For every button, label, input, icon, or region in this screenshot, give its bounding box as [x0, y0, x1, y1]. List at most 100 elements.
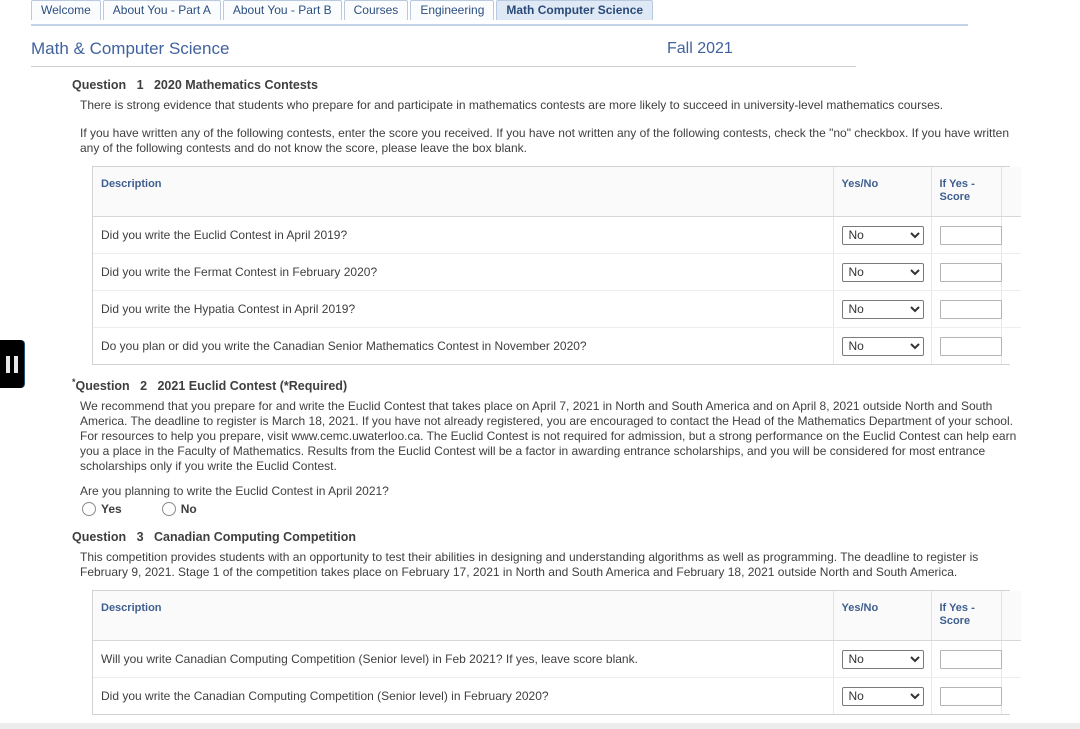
row-yesno-cell: No [833, 253, 932, 292]
question-1-section: Question 1 2020 Mathematics Contests The… [72, 76, 1021, 366]
question-3-body: This competition provides students with … [80, 550, 1017, 580]
question-1-number: 1 [136, 78, 144, 93]
table-row: Did you write the Canadian Computing Com… [93, 677, 1021, 715]
row-description: Do you plan or did you write the Canadia… [93, 327, 834, 365]
row-description: Will you write Canadian Computing Compet… [93, 640, 834, 679]
row-description: Did you write the Euclid Contest in Apri… [93, 216, 834, 255]
question-3-table: Description Yes/No If Yes - Score Will y… [93, 591, 1021, 715]
score-input[interactable] [939, 299, 1002, 319]
question-3-heading: Canadian Computing Competition [153, 530, 357, 545]
tab-courses[interactable]: Courses [343, 0, 409, 20]
question-2-heading: 2021 Euclid Contest (*Required) [157, 379, 348, 394]
question-3-paragraph-1: This competition provides students with … [80, 550, 979, 580]
row-yesno-cell: No [833, 290, 932, 329]
page-header: Math & Computer Science Fall 2021 [31, 36, 856, 67]
row-spacer-cell [1001, 677, 1021, 715]
yesno-select[interactable]: No [841, 299, 924, 319]
score-input[interactable] [939, 686, 1002, 706]
table-row: Do you plan or did you write the Canadia… [93, 327, 1021, 365]
row-yesno-cell: No [833, 327, 932, 365]
yesno-select[interactable]: No [841, 649, 924, 669]
header-divider [31, 66, 856, 67]
question-2-section: *Question 2 2021 Euclid Contest (*Requir… [72, 377, 1017, 517]
column-header-score: If Yes - Score [931, 591, 1002, 642]
column-header-spacer [1001, 167, 1021, 218]
tab-welcome[interactable]: Welcome [31, 0, 101, 20]
tab-about-you-part-b[interactable]: About You - Part B [222, 0, 342, 20]
table-header-row: Description Yes/No If Yes - Score [93, 591, 1021, 642]
pause-icon-bar-left [6, 355, 10, 373]
page-title: Math & Computer Science [31, 39, 230, 58]
row-spacer-cell [1001, 640, 1021, 679]
row-score-cell [931, 216, 1002, 255]
table-row: Did you write the Euclid Contest in Apri… [93, 216, 1021, 255]
table-row: Will you write Canadian Computing Compet… [93, 640, 1021, 679]
question-1-heading: 2020 Mathematics Contests [153, 78, 318, 93]
table-row: Did you write the Fermat Contest in Febr… [93, 253, 1021, 292]
question-3-number: 3 [136, 530, 144, 545]
row-score-cell [931, 327, 1002, 365]
radio-option-yes-label: Yes [101, 502, 122, 517]
viewport-bottom-fade [0, 723, 1080, 729]
question-1-label: Question [72, 78, 127, 93]
tab-bar: Welcome About You - Part A About You - P… [0, 0, 1080, 26]
question-2-label: Question [75, 379, 130, 394]
row-score-cell [931, 290, 1002, 329]
question-1-table: Description Yes/No If Yes - Score Did yo… [93, 167, 1021, 365]
radio-option-no[interactable]: No [161, 502, 197, 517]
row-spacer-cell [1001, 253, 1021, 292]
table-row: Did you write the Hypatia Contest in Apr… [93, 290, 1021, 329]
question-1-paragraph-1: There is strong evidence that students w… [80, 98, 944, 113]
row-description: Did you write the Fermat Contest in Febr… [93, 253, 834, 292]
row-yesno-cell: No [833, 216, 932, 255]
row-spacer-cell [1001, 327, 1021, 365]
yesno-select[interactable]: No [841, 686, 924, 706]
tab-about-you-part-a[interactable]: About You - Part A [102, 0, 221, 20]
term-label: Fall 2021 [667, 40, 733, 57]
row-spacer-cell [1001, 290, 1021, 329]
column-header-description: Description [93, 167, 834, 218]
column-header-spacer [1001, 591, 1021, 642]
pause-icon-bar-right [14, 355, 18, 373]
sidebar-collapse-handle[interactable] [0, 340, 24, 388]
radio-option-yes[interactable]: Yes [82, 502, 122, 517]
radio-option-no-label: No [180, 502, 197, 517]
yesno-select[interactable]: No [841, 225, 924, 245]
radio-circle-icon[interactable] [161, 502, 176, 517]
row-score-cell [931, 253, 1002, 292]
score-input[interactable] [939, 336, 1002, 356]
column-header-yesno: Yes/No [833, 167, 932, 218]
row-yesno-cell: No [833, 640, 932, 679]
row-score-cell [931, 640, 1002, 679]
question-3-section: Question 3 Canadian Computing Competitio… [72, 528, 1021, 716]
question-1-table-wrapper: Description Yes/No If Yes - Score Did yo… [92, 166, 1021, 366]
column-header-description: Description [93, 591, 834, 642]
row-spacer-cell [1001, 216, 1021, 255]
tab-engineering[interactable]: Engineering [410, 0, 495, 20]
yesno-select[interactable]: No [841, 262, 924, 282]
score-input[interactable] [939, 225, 1002, 245]
score-input[interactable] [939, 649, 1002, 669]
yesno-select[interactable]: No [841, 336, 924, 356]
question-3-table-wrapper: Description Yes/No If Yes - Score Will y… [92, 590, 1021, 716]
question-1-title: Question 1 2020 Mathematics Contests [72, 76, 1017, 92]
question-2-title: *Question 2 2021 Euclid Contest (*Requir… [72, 377, 1017, 393]
tab-bar-underline [31, 24, 968, 26]
question-3-title: Question 3 Canadian Computing Competitio… [72, 528, 1017, 544]
tab-math-computer-science[interactable]: Math Computer Science [496, 0, 654, 20]
table-header-row: Description Yes/No If Yes - Score [93, 167, 1021, 218]
row-yesno-cell: No [833, 677, 932, 715]
question-1-paragraph-2: If you have written any of the following… [80, 126, 1010, 156]
euclid-radio-prompt: Are you planning to write the Euclid Con… [80, 484, 389, 499]
question-2-body: We recommend that you prepare for and wr… [80, 399, 1017, 474]
radio-circle-icon[interactable] [82, 502, 96, 517]
row-description: Did you write the Hypatia Contest in Apr… [93, 290, 834, 329]
column-header-yesno: Yes/No [833, 591, 932, 642]
euclid-radio-group: Yes No [82, 502, 1017, 517]
row-score-cell [931, 677, 1002, 715]
score-input[interactable] [939, 262, 1002, 282]
question-2-paragraph-1: We recommend that you prepare for and wr… [80, 399, 1017, 474]
row-description: Did you write the Canadian Computing Com… [93, 677, 834, 715]
question-1-body: There is strong evidence that students w… [80, 98, 1017, 156]
question-2-number: 2 [140, 379, 148, 394]
